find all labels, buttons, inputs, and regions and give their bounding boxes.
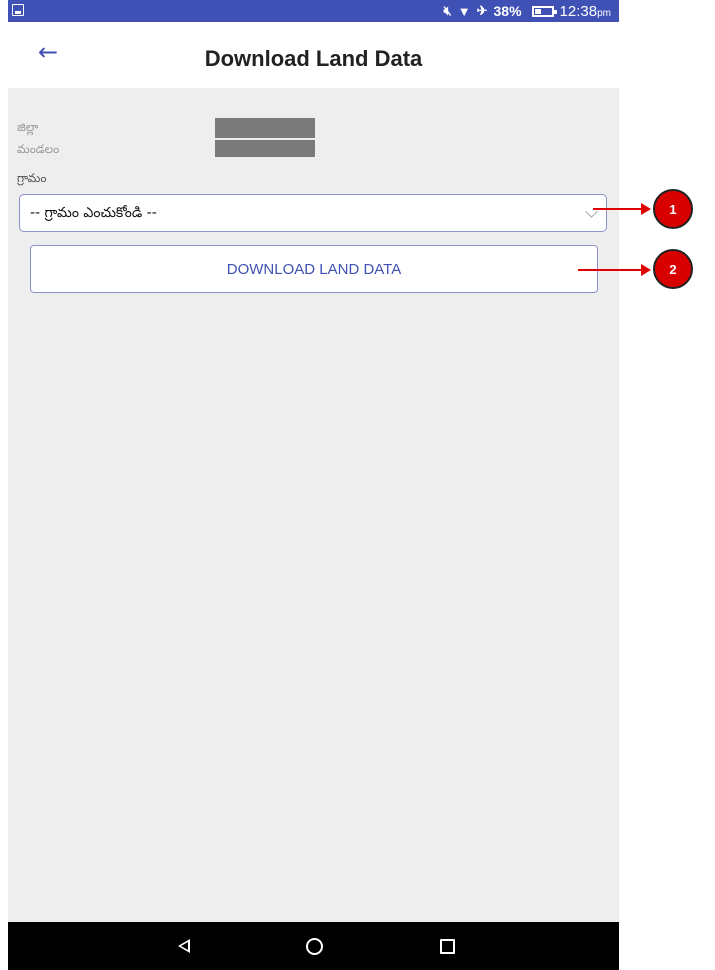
mandal-label: మండలం	[17, 142, 60, 156]
battery-percent: 38%	[493, 3, 522, 19]
clock: 12:38pm	[560, 3, 611, 20]
phone-screen: 🔇︎ ▼ ✈ 38% 12:38pm ← Download Land Data …	[8, 0, 619, 970]
download-land-data-button[interactable]: DOWNLOAD LAND DATA	[30, 245, 598, 293]
village-label: గ్రామం	[17, 171, 47, 185]
clock-time: 12:38	[559, 2, 598, 20]
village-select[interactable]: -- గ్రామం ఎంచుకోండి --	[19, 194, 607, 232]
annotation-badge-1: 1	[653, 189, 693, 229]
gallery-icon	[12, 4, 24, 16]
nav-recents-icon[interactable]	[440, 922, 455, 970]
status-bar: 🔇︎ ▼ ✈ 38% 12:38pm	[8, 0, 619, 22]
system-nav-bar	[8, 922, 619, 970]
battery-icon	[531, 5, 557, 17]
annotation-arrowhead-1	[641, 203, 651, 215]
village-select-value: -- గ్రామం ఎంచుకోండి --	[30, 205, 157, 221]
content-area: జిల్లా మండలం గ్రామం -- గ్రామం ఎంచుకోండి …	[8, 88, 619, 922]
app-bar: ← Download Land Data	[8, 22, 619, 88]
annotation-arrow-1	[593, 208, 643, 210]
airplane-icon: ✈	[476, 3, 488, 18]
mandal-value-redacted	[215, 140, 315, 157]
wifi-icon: ▼	[457, 3, 471, 19]
status-icons: 🔇︎ ▼ ✈ 38% 12:38pm	[444, 0, 611, 22]
annotation-arrow-2	[578, 269, 643, 271]
annotation-badge-2: 2	[653, 249, 693, 289]
nav-home-icon[interactable]	[306, 922, 323, 970]
nav-back-icon[interactable]	[178, 922, 190, 970]
page-title: Download Land Data	[204, 46, 423, 71]
clock-ampm: pm	[597, 7, 611, 19]
annotation-arrowhead-2	[641, 264, 651, 276]
district-label: జిల్లా	[17, 120, 39, 134]
district-value-redacted	[215, 118, 315, 138]
mute-icon: 🔇︎	[443, 3, 452, 18]
